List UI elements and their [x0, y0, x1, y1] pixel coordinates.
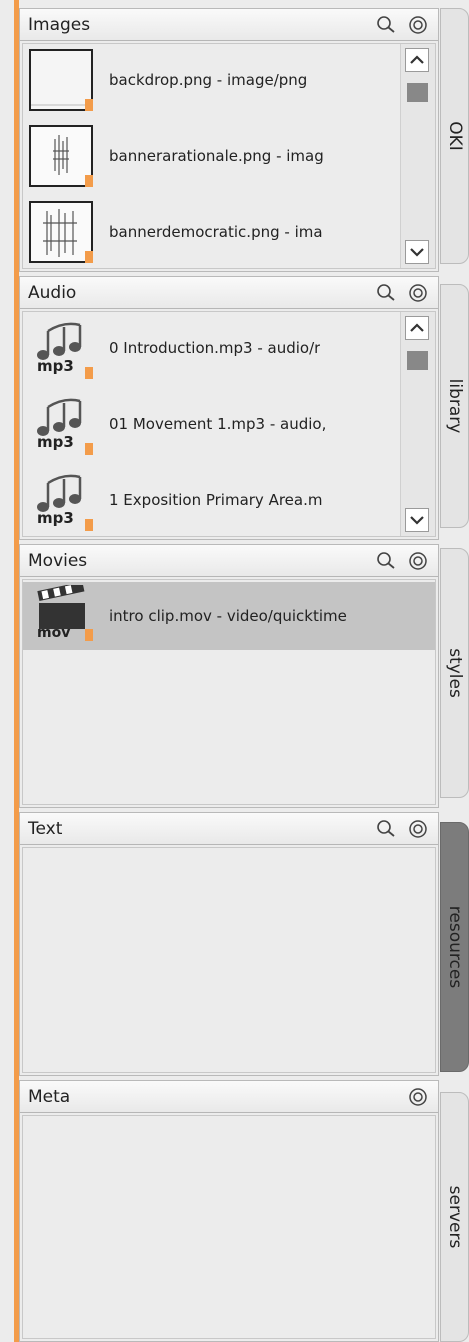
tab-label: servers	[444, 1185, 465, 1249]
text-list	[22, 847, 436, 1073]
audio-panel: Audio mp3 0 Introduction.mp3 - audio/r m…	[19, 276, 439, 540]
meta-list	[22, 1115, 436, 1339]
text-panel: Text	[19, 812, 439, 1076]
audio-list: mp3 0 Introduction.mp3 - audio/r mp3 01 …	[22, 311, 436, 537]
side-tab-strip: OKI library styles resources servers	[440, 0, 469, 1342]
list-item[interactable]: bannerdemocratic.png - ima	[23, 198, 401, 266]
mp3-badge: mp3	[37, 357, 74, 375]
target-icon[interactable]	[408, 15, 428, 35]
tab-library[interactable]: library	[440, 284, 469, 528]
tab-label: library	[444, 378, 465, 434]
panel-title: Audio	[28, 283, 77, 303]
tab-oki[interactable]: OKI	[440, 8, 469, 264]
images-panel: Images backdrop.png - image/png bannerar…	[19, 8, 439, 272]
search-icon[interactable]	[376, 819, 396, 839]
search-icon[interactable]	[376, 283, 396, 303]
scroll-up-button[interactable]	[405, 316, 429, 340]
item-label: backdrop.png - image/png	[109, 71, 308, 89]
audio-panel-header: Audio	[20, 277, 438, 309]
item-label: 1 Exposition Primary Area.m	[109, 491, 323, 509]
search-icon[interactable]	[376, 15, 396, 35]
item-label: 01 Movement 1.mp3 - audio,	[109, 415, 327, 433]
mp3-icon: mp3	[29, 317, 93, 379]
target-icon[interactable]	[408, 1087, 428, 1107]
tab-label: OKI	[444, 121, 465, 151]
movies-panel: Movies mov intro clip.mov - video/quickt…	[19, 544, 439, 808]
text-panel-header: Text	[20, 813, 438, 845]
images-panel-header: Images	[20, 9, 438, 41]
tab-resources[interactable]: resources	[440, 822, 469, 1072]
item-label: bannerdemocratic.png - ima	[109, 223, 323, 241]
scroll-up-button[interactable]	[405, 48, 429, 72]
scrollbar[interactable]	[400, 44, 435, 268]
mov-badge: mov	[37, 625, 71, 641]
item-label: intro clip.mov - video/quicktime	[109, 607, 347, 625]
movies-list: mov intro clip.mov - video/quicktime	[22, 579, 436, 805]
search-icon[interactable]	[376, 551, 396, 571]
panel-title: Meta	[28, 1087, 71, 1107]
image-thumbnail-icon	[29, 49, 93, 111]
tab-servers[interactable]: servers	[440, 1092, 469, 1342]
mp3-badge: mp3	[37, 509, 74, 527]
list-item[interactable]: bannerarationale.png - imag	[23, 122, 401, 190]
list-item[interactable]: mp3 1 Exposition Primary Area.m	[23, 466, 401, 534]
scroll-down-button[interactable]	[405, 508, 429, 532]
tab-label: resources	[444, 905, 465, 989]
list-item[interactable]: mp3 0 Introduction.mp3 - audio/r	[23, 314, 401, 382]
list-item[interactable]: mp3 01 Movement 1.mp3 - audio,	[23, 390, 401, 458]
mp3-badge: mp3	[37, 433, 74, 451]
images-list: backdrop.png - image/png bannerarational…	[22, 43, 436, 269]
mp3-icon: mp3	[29, 469, 93, 531]
tab-styles[interactable]: styles	[440, 548, 469, 798]
scroll-thumb[interactable]	[407, 83, 428, 102]
panel-title: Text	[28, 819, 63, 839]
image-thumbnail-icon	[29, 125, 93, 187]
panel-title: Images	[28, 15, 91, 35]
target-icon[interactable]	[408, 551, 428, 571]
target-icon[interactable]	[408, 819, 428, 839]
movies-panel-header: Movies	[20, 545, 438, 577]
image-thumbnail-icon	[29, 201, 93, 263]
target-icon[interactable]	[408, 283, 428, 303]
item-label: 0 Introduction.mp3 - audio/r	[109, 339, 321, 357]
panel-title: Movies	[28, 551, 88, 571]
scroll-thumb[interactable]	[407, 351, 428, 370]
item-label: bannerarationale.png - imag	[109, 147, 324, 165]
list-item[interactable]: mov intro clip.mov - video/quicktime	[23, 581, 435, 650]
meta-panel: Meta	[19, 1080, 439, 1342]
scroll-down-button[interactable]	[405, 240, 429, 264]
meta-panel-header: Meta	[20, 1081, 438, 1113]
mp3-icon: mp3	[29, 393, 93, 455]
movie-clapboard-icon: mov	[29, 581, 93, 647]
scrollbar[interactable]	[400, 312, 435, 536]
list-item[interactable]: backdrop.png - image/png	[23, 46, 401, 114]
tab-label: styles	[444, 648, 465, 698]
